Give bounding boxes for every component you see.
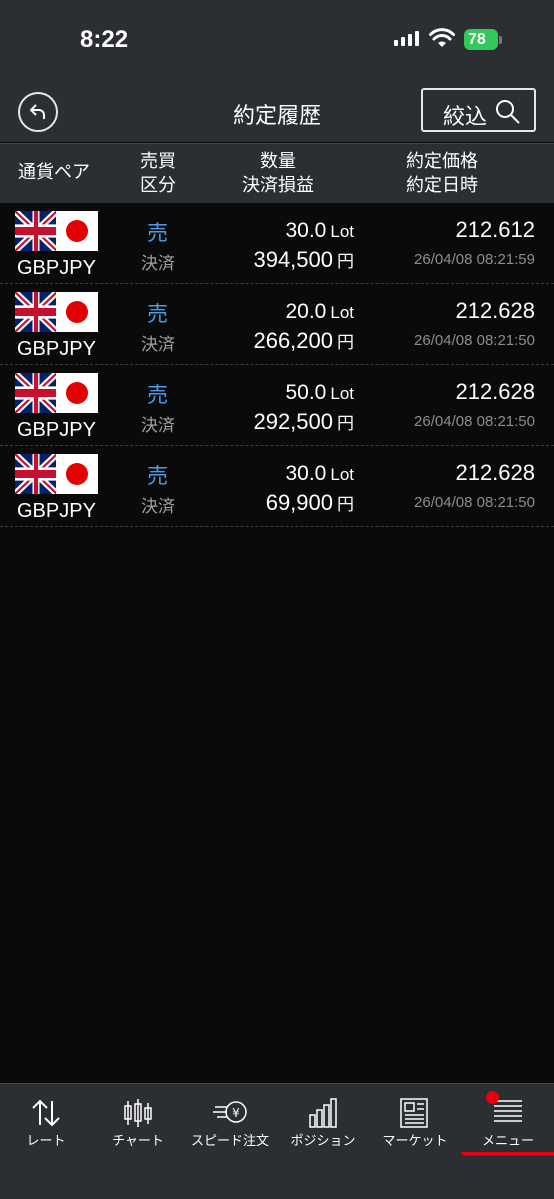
tab-speed-order[interactable]: ¥ スピード注文 [184,1084,276,1164]
execution-datetime: 26/04/08 08:21:50 [414,332,535,349]
column-qty-line1: 数量 [260,151,296,172]
cellular-signal-icon [394,30,419,46]
filter-button[interactable]: 絞込 [421,88,536,132]
column-price-line1: 約定価格 [406,151,478,172]
candlestick-icon [124,1099,152,1127]
position-bars-icon [309,1098,337,1128]
trade-quantity: 30.0 Lot [285,219,354,243]
execution-price: 212.628 [455,460,535,485]
pl-unit: 円 [337,414,354,433]
column-header: 通貨ペア 売買 区分 数量 決済損益 約定価格 約定日時 [0,143,554,203]
trade-quantity: 20.0 Lot [285,300,354,324]
pl-value: 69,900 [265,490,333,515]
column-price: 約定価格 約定日時 [406,150,478,198]
quantity-value: 20.0 [285,300,327,323]
battery-tip [499,36,502,44]
trade-row[interactable]: GBPJPY 売決済 20.0 Lot 266,200 円 212.628 26/04/08 … [0,284,554,365]
status-time: 8:22 [80,26,129,53]
news-icon [400,1098,428,1128]
settlement-pl: 394,500 円 [253,247,354,273]
tab-menu-label: メニュー [481,1134,534,1149]
execution-datetime: 26/04/08 08:21:50 [414,413,535,430]
quantity-value: 30.0 [285,462,327,485]
battery-level: 78 [468,31,486,48]
japan-flag-icon [56,211,98,251]
trade-kind: 決済 [141,335,175,355]
quantity-unit: Lot [330,222,354,241]
trade-row[interactable]: GBPJPY 売決済 30.0 Lot 69,900 円 212.628 26/04/08 0… [0,446,554,527]
japan-flag-icon [56,292,98,332]
column-side: 売買 区分 [140,150,176,198]
japan-flag-icon [56,454,98,494]
tab-chart[interactable]: チャート [92,1084,184,1164]
uk-flag-icon [15,454,57,494]
filter-button-label: 絞込 [443,105,488,130]
currency-pair: GBPJPY [17,500,96,522]
quantity-value: 30.0 [285,219,327,242]
trade-row[interactable]: GBPJPY 売決済 30.0 Lot 394,500 円 212.612 26/04/08 … [0,203,554,284]
execution-datetime: 26/04/08 08:21:50 [414,494,535,511]
execution-price: 212.612 [455,217,535,242]
tab-market[interactable]: マーケット [369,1084,461,1164]
execution-datetime: 26/04/08 08:21:59 [414,251,535,268]
execution-price: 212.628 [455,298,535,323]
trade-side: 売 [147,383,168,407]
column-pair: 通貨ペア [18,162,90,183]
navigation-bar: 約定履歴 絞込 [0,82,554,142]
pl-unit: 円 [337,495,354,514]
trade-kind: 決済 [141,497,175,517]
trade-side: 売 [147,302,168,326]
speed-order-icon: ¥ [213,1101,247,1123]
column-qty-line2: 決済損益 [242,175,314,196]
settlement-pl: 69,900 円 [266,490,354,516]
tab-position[interactable]: ポジション [277,1084,369,1164]
uk-flag-icon [15,292,57,332]
wifi-icon [429,28,455,47]
settlement-pl: 266,200 円 [253,328,354,354]
currency-pair: GBPJPY [17,419,96,441]
pl-unit: 円 [337,333,354,352]
pl-value: 266,200 [253,328,333,353]
currency-pair-flag [15,454,98,494]
search-icon [496,100,520,124]
battery-indicator: 78 [464,29,498,50]
quantity-unit: Lot [330,303,354,322]
active-tab-indicator [462,1152,554,1155]
pl-value: 394,500 [253,247,333,272]
column-price-line2: 約定日時 [406,175,478,196]
column-quantity: 数量 決済損益 [240,150,316,198]
column-side-line1: 売買 [140,151,176,172]
uk-flag-icon [15,373,57,413]
currency-pair-flag [15,292,98,332]
trade-side: 売 [147,221,168,245]
japan-flag-icon [56,373,98,413]
pl-value: 292,500 [253,409,333,434]
column-side-line2: 区分 [140,175,176,196]
uk-flag-icon [15,211,57,251]
quantity-unit: Lot [330,465,354,484]
trade-side: 売 [147,464,168,488]
rate-arrows-icon [32,1099,60,1127]
status-bar: 8:22 78 [0,0,554,82]
currency-pair-flag [15,211,98,251]
currency-pair-flag [15,373,98,413]
trade-quantity: 50.0 Lot [285,381,354,405]
notification-dot [486,1091,499,1104]
quantity-value: 50.0 [285,381,327,404]
quantity-unit: Lot [330,384,354,403]
tab-bar: レート チャート ¥ スピード注文 ポジション マーケット メニュー [0,1083,554,1199]
trade-quantity: 30.0 Lot [285,462,354,486]
trade-kind: 決済 [141,254,175,274]
execution-price: 212.628 [455,379,535,404]
trade-kind: 決済 [141,416,175,436]
tab-rate[interactable]: レート [0,1084,92,1164]
currency-pair: GBPJPY [17,257,96,279]
pl-unit: 円 [337,252,354,271]
settlement-pl: 292,500 円 [253,409,354,435]
trade-row[interactable]: GBPJPY 売決済 50.0 Lot 292,500 円 212.628 26/04/08 … [0,365,554,446]
svg-text:¥: ¥ [232,1106,240,1120]
currency-pair: GBPJPY [17,338,96,360]
